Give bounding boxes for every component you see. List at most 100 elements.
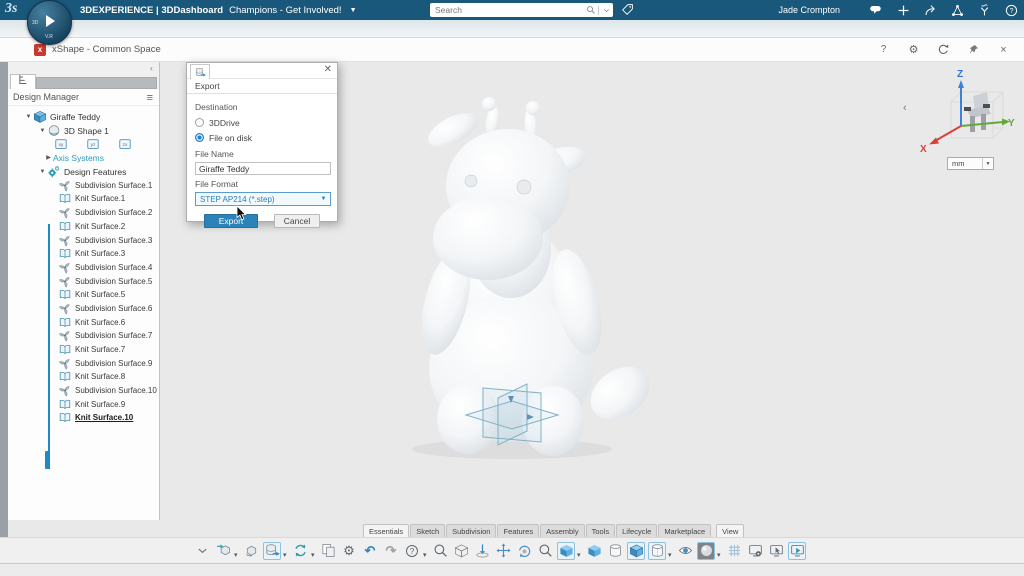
play-icon[interactable] [46,15,55,27]
tag-icon[interactable] [621,3,635,17]
expand-arrow-icon[interactable]: ▼ [24,114,33,120]
tab-assembly[interactable]: Assembly [540,524,585,537]
plane-yz-icon[interactable]: yz [86,137,100,151]
tree-item-knit-surface-7[interactable]: Knit Surface.7 [8,343,159,357]
search-icon[interactable] [584,3,598,17]
no-edges-icon[interactable] [606,542,624,560]
tab-lifecycle[interactable]: Lifecycle [616,524,657,537]
tree-item-knit-surface-5[interactable]: Knit Surface.5 [8,288,159,302]
radio-icon[interactable] [195,118,204,127]
export-icon[interactable] [263,542,281,560]
settings-gear-icon[interactable]: ⚙ [907,43,920,56]
plane-zx-icon[interactable]: zx [118,137,132,151]
search-box[interactable] [430,3,613,17]
close-icon[interactable]: × [997,43,1010,56]
export-icon-menu[interactable]: ▾ [283,553,287,559]
tab-tools[interactable]: Tools [586,524,616,537]
notification-icon[interactable] [869,3,883,17]
update-icon-menu[interactable]: ▾ [311,553,315,559]
swym-icon[interactable] [977,3,991,17]
dropdown-arrow-icon[interactable]: ▼ [982,158,993,169]
refresh-icon[interactable] [937,43,950,56]
collapse-compass-icon[interactable]: ‹ [903,102,907,114]
dialog-title-bar[interactable]: ✕ [187,63,337,79]
pan-icon[interactable] [494,542,512,560]
tree-item-knit-surface-10[interactable]: Knit Surface.10 [8,411,159,425]
search-options-chevron-icon[interactable] [599,3,613,17]
tab-essentials[interactable]: Essentials [363,524,409,537]
tree-item-subdivision-surface-7[interactable]: Subdivision Surface.7 [8,329,159,343]
expand-arrow-icon[interactable]: ▼ [38,128,47,134]
tab-marketplace[interactable]: Marketplace [658,524,711,537]
tree-item-3d-shape-1[interactable]: ▼ 3D Shape 1 [8,124,159,138]
tree-item-subdivision-surface-10[interactable]: Subdivision Surface.10 [8,384,159,398]
radio-icon[interactable] [195,133,204,142]
update-icon[interactable] [291,542,309,560]
export-button[interactable]: Export [204,214,258,228]
collaborate-icon[interactable] [950,3,964,17]
tree-item-knit-surface-6[interactable]: Knit Surface.6 [8,315,159,329]
orientation-triad[interactable]: Z Y X [915,64,1015,156]
tab-subdivision[interactable]: Subdivision [446,524,496,537]
tree-item-subdivision-surface-4[interactable]: Subdivision Surface.4 [8,261,159,275]
hide-show-icon[interactable] [676,542,694,560]
tree-item-subdivision-surface-5[interactable]: Subdivision Surface.5 [8,274,159,288]
shading-mode-icon[interactable] [585,542,603,560]
tree-item-subdivision-surface-9[interactable]: Subdivision Surface.9 [8,356,159,370]
options-gear-icon[interactable]: ⚙ [340,542,358,560]
chevron-down-icon[interactable]: ▼ [350,7,357,14]
normal-view-icon[interactable] [473,542,491,560]
axis-z-label[interactable]: Z [957,69,963,80]
tree-item-design-features[interactable]: ▼ Design Features [8,165,159,179]
screen-select-icon[interactable] [767,542,785,560]
hidden-edges-icon[interactable] [648,542,666,560]
tree-item-knit-surface-2[interactable]: Knit Surface.2 [8,220,159,234]
tree-item-subdivision-surface-6[interactable]: Subdivision Surface.6 [8,302,159,316]
search-input[interactable] [430,5,584,15]
import-icon[interactable] [214,542,232,560]
help-round-icon-menu[interactable]: ▾ [423,553,427,559]
hidden-edges-icon-menu[interactable]: ▾ [668,553,672,559]
zoom-icon[interactable] [536,542,554,560]
help-circle-icon[interactable]: ? [1004,3,1018,17]
iso-view-icon[interactable] [452,542,470,560]
render-style-icon-menu[interactable]: ▾ [717,553,721,559]
screen-play-icon[interactable] [788,542,806,560]
pin-icon[interactable] [967,43,980,56]
tree-item-knit-surface-9[interactable]: Knit Surface.9 [8,397,159,411]
tree-item-subdivision-surface-3[interactable]: Subdivision Surface.3 [8,233,159,247]
3d-compass-widget[interactable]: 3D V.R [27,0,72,45]
tab-sketch[interactable]: Sketch [410,524,445,537]
share-icon[interactable] [923,3,937,17]
plane-xy-icon[interactable]: xy [54,137,68,151]
tree-scroll-marker[interactable] [45,451,50,469]
edges-view-icon[interactable] [627,542,645,560]
expand-arrow-icon[interactable]: ▼ [38,169,47,175]
toolbar-overflow-icon[interactable] [193,542,211,560]
tab-view[interactable]: View [716,524,744,537]
radio-option-file-on-disk[interactable]: File on disk [195,130,329,145]
import-icon-menu[interactable]: ▾ [234,553,238,559]
redo-icon[interactable]: ↷ [382,542,400,560]
render-style-icon[interactable] [697,542,715,560]
shaded-view-icon-menu[interactable]: ▾ [577,553,581,559]
help-round-icon[interactable]: ? [403,542,421,560]
tree-item-knit-surface-8[interactable]: Knit Surface.8 [8,370,159,384]
help-icon[interactable]: ? [877,43,890,56]
radio-option-3ddrive[interactable]: 3DDrive [195,115,329,130]
file-name-input[interactable] [195,162,331,175]
close-icon[interactable]: ✕ [324,64,332,75]
undo-icon[interactable]: ↶ [361,542,379,560]
tree-item-subdivision-surface-2[interactable]: Subdivision Surface.2 [8,206,159,220]
tree-item-giraffe-teddy[interactable]: ▼ Giraffe Teddy [8,110,159,124]
user-name[interactable]: Jade Crompton [778,5,840,15]
hamburger-menu-icon[interactable]: ≡ [147,88,159,106]
fit-all-icon[interactable] [431,542,449,560]
tree-item-axis-systems[interactable]: ▶ Axis Systems [8,151,159,165]
dashboard-title[interactable]: Champions - Get Involved! [229,5,341,16]
cancel-button[interactable]: Cancel [274,214,320,228]
paste-special-icon[interactable] [319,542,337,560]
screen-settings-icon[interactable] [746,542,764,560]
tab-design-manager[interactable] [10,74,36,89]
tree-item-knit-surface-1[interactable]: Knit Surface.1 [8,192,159,206]
